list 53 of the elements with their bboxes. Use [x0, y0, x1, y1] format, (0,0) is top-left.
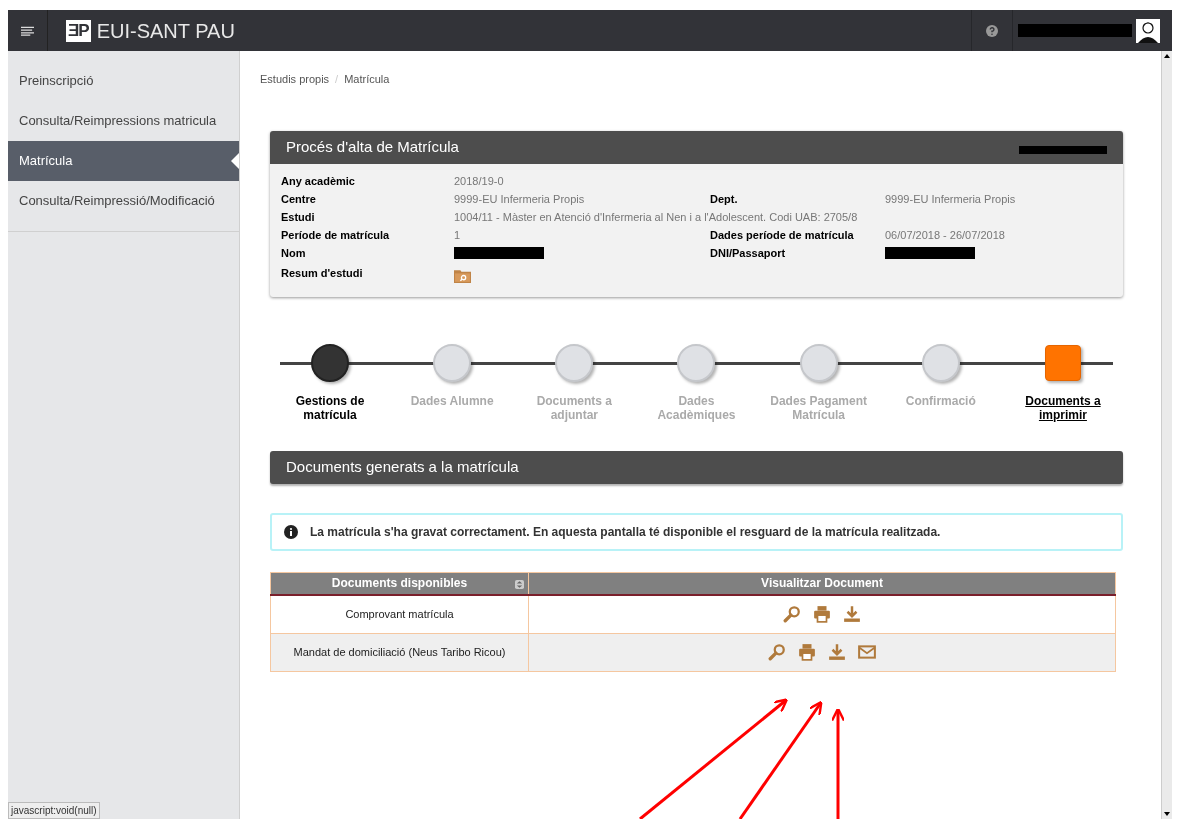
field-label: Estudi: [281, 209, 316, 225]
sidebar-item[interactable]: Preinscripció: [8, 61, 239, 101]
step-label: Confirmació: [904, 393, 977, 408]
logo-mark: ƎP: [66, 19, 91, 42]
download-icon[interactable]: [843, 605, 861, 624]
envelope-icon[interactable]: [858, 643, 876, 661]
step-label: Documents a adjuntar: [535, 393, 613, 422]
search-icon[interactable]: [768, 643, 786, 661]
breadcrumb-separator: /: [335, 72, 339, 87]
field-label: Nom: [281, 245, 307, 261]
field-value: 9999-EU Infermeria Propis: [885, 192, 1016, 205]
field-value: 06/07/2018 - 26/07/2018: [885, 228, 1005, 241]
section-title: Documents generats a la matrícula: [286, 456, 519, 477]
card-title: Procés d'alta de Matrícula: [286, 136, 459, 157]
logo-text: EUI-SANT PAU: [96, 18, 235, 44]
step-label: Gestions de matrícula: [294, 393, 366, 422]
download-icon[interactable]: [828, 643, 846, 661]
search-icon[interactable]: [783, 605, 801, 624]
printer-icon[interactable]: [798, 643, 816, 661]
step-label: Dades Pagament Matrícula: [769, 393, 868, 422]
info-icon: [284, 524, 298, 539]
field-value: 2018/19-0: [454, 174, 504, 187]
sidebar-item[interactable]: Consulta/Reimpressió/Modificació: [8, 181, 239, 221]
step-label: Dades Acadèmiques: [656, 393, 737, 422]
step-label: Dades Alumne: [409, 393, 495, 408]
sort-icon[interactable]: [515, 579, 524, 589]
breadcrumb-link[interactable]: Estudis propis: [260, 71, 330, 88]
table-cell: Comprovant matrícula: [270, 595, 529, 633]
alert-message: La matrícula s'ha gravat correctament. En aquesta pantalla té disponible el resguard de la matrícula realitzada.: [310, 523, 941, 541]
field-label: Dades període de matrícula: [710, 227, 855, 243]
help-icon[interactable]: [986, 24, 998, 37]
field-label: Any acadèmic: [281, 173, 356, 189]
table-cell: Mandat de domiciliació (Neus Taribo Ricou): [270, 633, 529, 671]
field-value: 9999-EU Infermeria Propis: [454, 192, 585, 205]
status-bar: javascript:void(null): [8, 802, 100, 819]
field-label: Dept.: [710, 191, 739, 207]
folder-search-icon[interactable]: [454, 267, 471, 283]
step-square: [1044, 344, 1081, 381]
column-header: Visualitzar Document: [528, 572, 1116, 595]
column-header[interactable]: Documents disponibles: [270, 572, 529, 595]
field-value: 1004/11 - Màster en Atenció d'Infermeria al Nen i a l'Adolescent. Codi UAB: 2705/8: [454, 210, 858, 223]
scrollbar[interactable]: [1161, 51, 1172, 819]
avatar-icon[interactable]: [1136, 18, 1160, 43]
field-label: Resum d'estudi: [281, 265, 364, 281]
sidebar-item[interactable]: Matrícula: [8, 141, 239, 181]
menu-icon[interactable]: [21, 25, 34, 36]
field-label: Període de matrícula: [281, 227, 391, 243]
sidebar-item[interactable]: Consulta/Reimpressions matricula: [8, 101, 239, 141]
field-label: Centre: [281, 191, 317, 207]
printer-icon[interactable]: [813, 605, 831, 624]
step-label: Documents a imprimir: [1024, 393, 1102, 422]
field-value: 1: [454, 228, 461, 241]
field-label: DNI/Passaport: [710, 245, 787, 261]
